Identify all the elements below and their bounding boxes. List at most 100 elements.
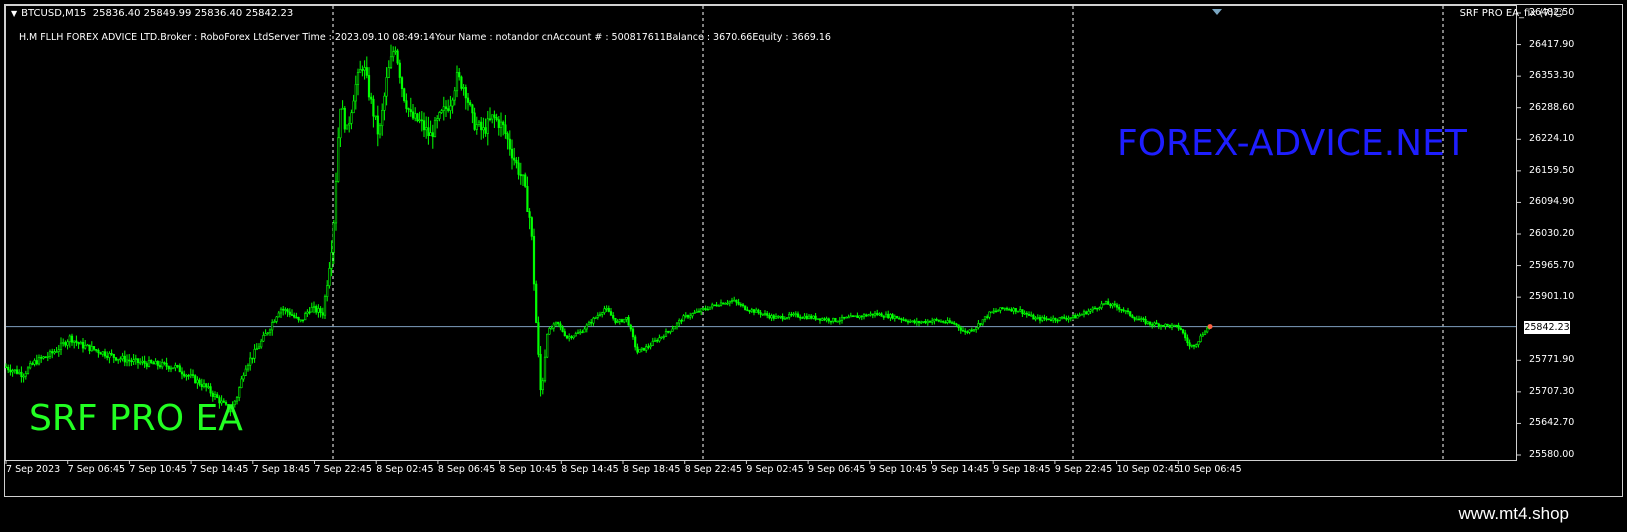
candle-body: [761, 313, 764, 316]
candle-body: [1091, 307, 1094, 311]
candle-body: [90, 346, 93, 352]
candle-body: [801, 317, 804, 319]
candle-body: [1164, 323, 1167, 327]
candle-body: [957, 324, 960, 329]
candle-body: [378, 125, 382, 135]
candle-body: [451, 99, 454, 107]
candle-body: [1153, 322, 1156, 326]
candle-body: [414, 113, 417, 119]
candle-body: [1126, 310, 1130, 313]
candle-body: [788, 313, 791, 318]
candle-body: [563, 331, 566, 337]
candle-body: [906, 320, 910, 323]
candle-body: [772, 315, 775, 319]
candle-body: [821, 318, 824, 321]
candle-body: [337, 137, 340, 182]
dropdown-arrow-icon[interactable]: ▼: [11, 9, 17, 18]
candle-body: [403, 88, 406, 101]
candle-body: [205, 383, 208, 388]
candle-body: [552, 323, 555, 329]
chart-shift-marker[interactable]: [1212, 9, 1222, 15]
candle-body: [682, 315, 685, 322]
candle-body: [748, 310, 751, 312]
time-tick-label: 8 Sep 02:45: [376, 464, 434, 475]
candle-body: [370, 96, 373, 100]
candle-body: [185, 375, 188, 377]
price-tick-label: 25965.70: [1529, 259, 1575, 271]
candle-body: [363, 67, 366, 71]
candle-body: [893, 315, 896, 319]
candle-body: [1142, 318, 1145, 320]
candle-body: [763, 313, 767, 315]
candle-body: [889, 314, 892, 319]
candle-body: [1043, 317, 1046, 320]
candle-body: [810, 315, 813, 319]
candle-body: [955, 323, 958, 326]
candle-body: [1014, 308, 1017, 312]
candle-body: [282, 308, 285, 311]
candle-body: [1041, 317, 1044, 321]
candle-body: [141, 360, 144, 363]
candle-body: [799, 316, 802, 319]
candle-body: [506, 133, 509, 140]
candle-body: [295, 316, 298, 319]
candle-body: [125, 359, 129, 363]
candle-body: [620, 319, 624, 323]
candle-body: [513, 157, 516, 161]
candle-body: [1047, 318, 1050, 321]
candle-body: [73, 340, 76, 343]
candle-body: [1192, 344, 1196, 347]
candle-body: [213, 394, 217, 397]
candle-body: [453, 90, 456, 101]
candle-body: [750, 309, 753, 312]
time-tick-label: 9 Sep 14:45: [931, 464, 989, 475]
candle-body: [884, 313, 888, 318]
price-tick-label: 26094.90: [1529, 196, 1575, 208]
candle-body: [290, 314, 294, 316]
candle-body: [62, 342, 65, 344]
candle-body: [266, 332, 269, 335]
candle-body: [339, 108, 342, 139]
candle-body: [911, 320, 914, 323]
candle-body: [1162, 325, 1165, 327]
candle-body: [200, 384, 203, 387]
candle-body: [183, 373, 186, 377]
candle-body: [777, 315, 780, 318]
candle-body: [1096, 307, 1099, 310]
candle-body: [612, 315, 615, 319]
candle-body: [1100, 303, 1103, 309]
last-tick-marker: [1207, 324, 1213, 330]
candle-body: [966, 331, 969, 333]
candle-body: [57, 349, 60, 352]
candle-body: [823, 318, 826, 321]
candle-body: [816, 318, 819, 320]
candle-body: [348, 123, 351, 126]
candle-body: [480, 121, 483, 131]
candle-body: [341, 107, 344, 110]
candle-body: [128, 359, 131, 362]
current-price-label: 25842.23: [1524, 320, 1570, 334]
candle-body: [53, 351, 56, 354]
candle-body: [433, 119, 437, 138]
candle-body: [933, 318, 936, 322]
candle-body: [570, 336, 573, 339]
candle-body: [326, 285, 329, 297]
candle-body: [561, 326, 564, 332]
candle-body: [979, 323, 982, 325]
candle-body: [1170, 324, 1174, 328]
candle-body: [546, 333, 549, 358]
price-plot[interactable]: [5, 5, 1624, 498]
candle-body: [631, 328, 635, 338]
candle-body: [1052, 317, 1055, 321]
candle-body: [1195, 344, 1198, 347]
candle-body: [110, 353, 113, 355]
candle-body: [541, 380, 544, 391]
candle-body: [642, 347, 646, 351]
candle-body: [768, 315, 771, 319]
chart-window[interactable]: ▼ BTCUSD,M15 25836.40 25849.99 25836.40 2…: [4, 4, 1623, 497]
candle-body: [486, 118, 489, 134]
candle-body: [803, 315, 806, 319]
candle-body: [961, 330, 965, 332]
candle-body: [708, 306, 712, 310]
candle-body: [1173, 324, 1176, 327]
